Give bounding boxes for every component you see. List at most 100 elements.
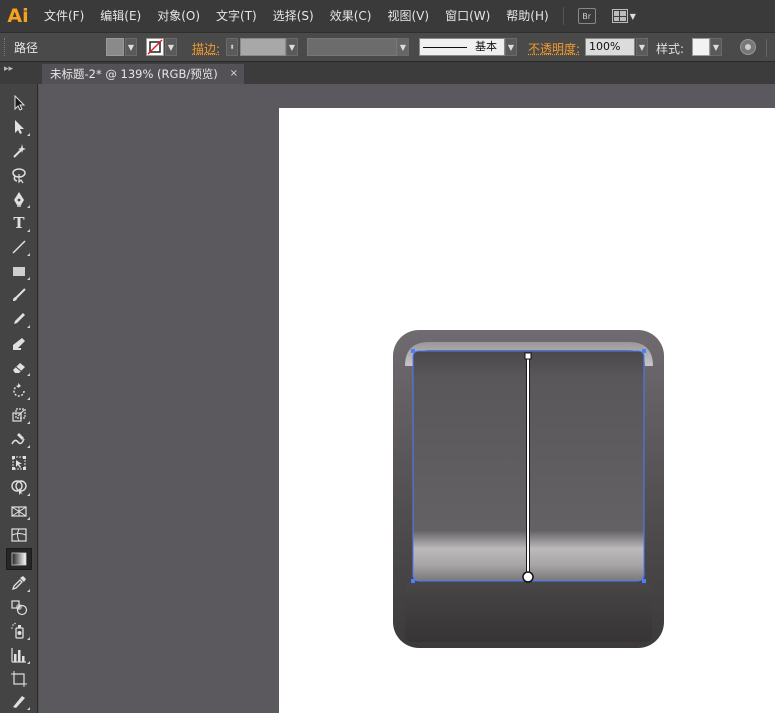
artboard-tool[interactable] [6,668,32,690]
line-segment-tool-icon [12,240,26,254]
type-tool-icon: T [13,214,25,232]
control-bar-divider [766,39,767,57]
opacity-field[interactable]: 100% [585,38,635,56]
rotate-tool[interactable] [6,380,32,402]
no-stroke-icon [147,39,163,55]
menu-help[interactable]: 帮助(H) [498,0,556,32]
slice-tool[interactable] [6,690,32,712]
column-graph-tool[interactable] [6,644,32,666]
stroke-weight-field[interactable] [240,38,286,56]
stroke-weight-dropdown[interactable]: ▼ [286,38,298,56]
free-transform-tool[interactable] [6,452,32,474]
stroke-label[interactable]: 描边: [192,40,220,57]
selection-tool-icon [14,94,26,111]
gradient-origin-handle[interactable] [522,571,534,583]
artwork-layer [393,330,664,648]
canvas-area[interactable] [39,84,775,713]
rectangle-tool[interactable] [6,260,32,282]
rectangle-tool-icon [13,267,25,276]
menu-effect[interactable]: 效果(C) [322,0,380,32]
graphic-style-swatch[interactable] [692,38,710,56]
gradient-tool[interactable] [6,548,32,570]
blob-brush-tool-icon [13,338,25,350]
menu-separator [562,7,564,25]
gradient-end-handle[interactable] [524,352,532,360]
stroke-weight-stepper[interactable]: ⬍ [226,38,238,56]
stroke-dropdown[interactable]: ▼ [165,38,177,56]
app-logo: Ai [7,5,29,27]
menu-select[interactable]: 选择(S) [265,0,322,32]
mesh-tool[interactable] [6,524,32,546]
menu-edit[interactable]: 编辑(E) [92,0,149,32]
brush-stroke-preview [423,46,467,48]
artboard-tool-icon [11,671,27,687]
panel-grip[interactable] [4,38,7,56]
pen-tool[interactable] [6,188,32,210]
control-bar: 路径 ▼ ▼ 描边: ⬍ ▼ ▼ 基本 ▼ 不透明度: 100% ▼ 样式: ▼ [0,32,775,62]
shape-builder-tool[interactable] [6,476,32,498]
brush-dropdown[interactable]: ▼ [505,38,517,56]
collapse-panels-icon[interactable]: ▸▸ [4,64,13,74]
lasso-tool[interactable] [6,164,32,186]
symbol-sprayer-tool-icon [11,622,24,639]
bridge-button[interactable]: Br [577,8,596,24]
blend-tool[interactable] [6,596,32,618]
mesh-tool-icon [11,528,27,542]
close-icon[interactable]: × [230,64,238,84]
arrange-documents-button[interactable]: ▼ [611,9,636,23]
menu-view[interactable]: 视图(V) [379,0,437,32]
paintbrush-tool[interactable] [6,284,32,306]
magic-wand-tool[interactable] [6,140,32,162]
document-tab[interactable]: 未标题-2* @ 139% (RGB/预览) × [42,64,244,84]
variable-width-dropdown[interactable]: ▼ [397,38,409,56]
eraser-tool[interactable] [6,356,32,378]
blend-tool-icon [11,600,28,616]
lasso-tool-icon [12,168,26,184]
scale-tool-icon [12,408,26,422]
pen-tool-icon [14,192,24,207]
warp-tool[interactable] [6,428,32,450]
perspective-grid-tool[interactable] [6,500,32,522]
symbol-sprayer-tool[interactable] [6,620,32,642]
eyedropper-tool[interactable] [6,572,32,594]
magic-wand-tool-icon [13,144,26,158]
menu-object[interactable]: 对象(O) [149,0,208,32]
eyedropper-tool-icon [11,576,26,591]
blob-brush-tool[interactable] [6,332,32,354]
menu-type[interactable]: 文字(T) [208,0,265,32]
variable-width-profile[interactable] [307,38,397,56]
stroke-swatch[interactable] [146,38,164,56]
rotate-tool-icon [13,383,25,397]
recolor-artwork-icon[interactable] [740,39,756,55]
free-transform-tool-icon [12,456,26,470]
document-tab-title: 未标题-2* @ 139% (RGB/预览) [50,67,218,81]
selection-type-label: 路径 [14,41,39,55]
shape-builder-tool-icon [11,480,27,495]
tools-panel: T [0,84,38,713]
document-tab-bar: ▸▸ 未标题-2* @ 139% (RGB/预览) × [0,62,775,84]
type-tool[interactable]: T [6,212,32,234]
pencil-tool[interactable] [6,308,32,330]
slice-tool-icon [13,696,25,708]
gradient-tool-icon [11,552,27,566]
menu-file[interactable]: 文件(F) [36,0,92,32]
line-segment-tool[interactable] [6,236,32,258]
direct-selection-tool[interactable] [6,116,32,138]
eraser-tool-icon [13,363,25,373]
graphic-style-dropdown[interactable]: ▼ [710,38,722,56]
fill-dropdown[interactable]: ▼ [125,38,137,56]
menu-bar: Ai 文件(F) 编辑(E) 对象(O) 文字(T) 选择(S) 效果(C) 视… [0,0,775,32]
paintbrush-tool-icon [13,288,26,301]
brush-name: 基本 [475,40,497,53]
opacity-dropdown[interactable]: ▼ [636,38,648,56]
selection-tool[interactable] [6,92,32,114]
opacity-label[interactable]: 不透明度: [528,40,580,57]
brush-definition-field[interactable]: 基本 [419,38,505,56]
pencil-tool-icon [14,313,25,324]
scale-tool[interactable] [6,404,32,426]
chevron-down-icon: ▼ [629,11,636,21]
fill-swatch[interactable] [106,38,124,56]
column-graph-tool-icon [11,648,26,663]
direct-selection-tool-icon [15,120,24,134]
menu-window[interactable]: 窗口(W) [437,0,498,32]
